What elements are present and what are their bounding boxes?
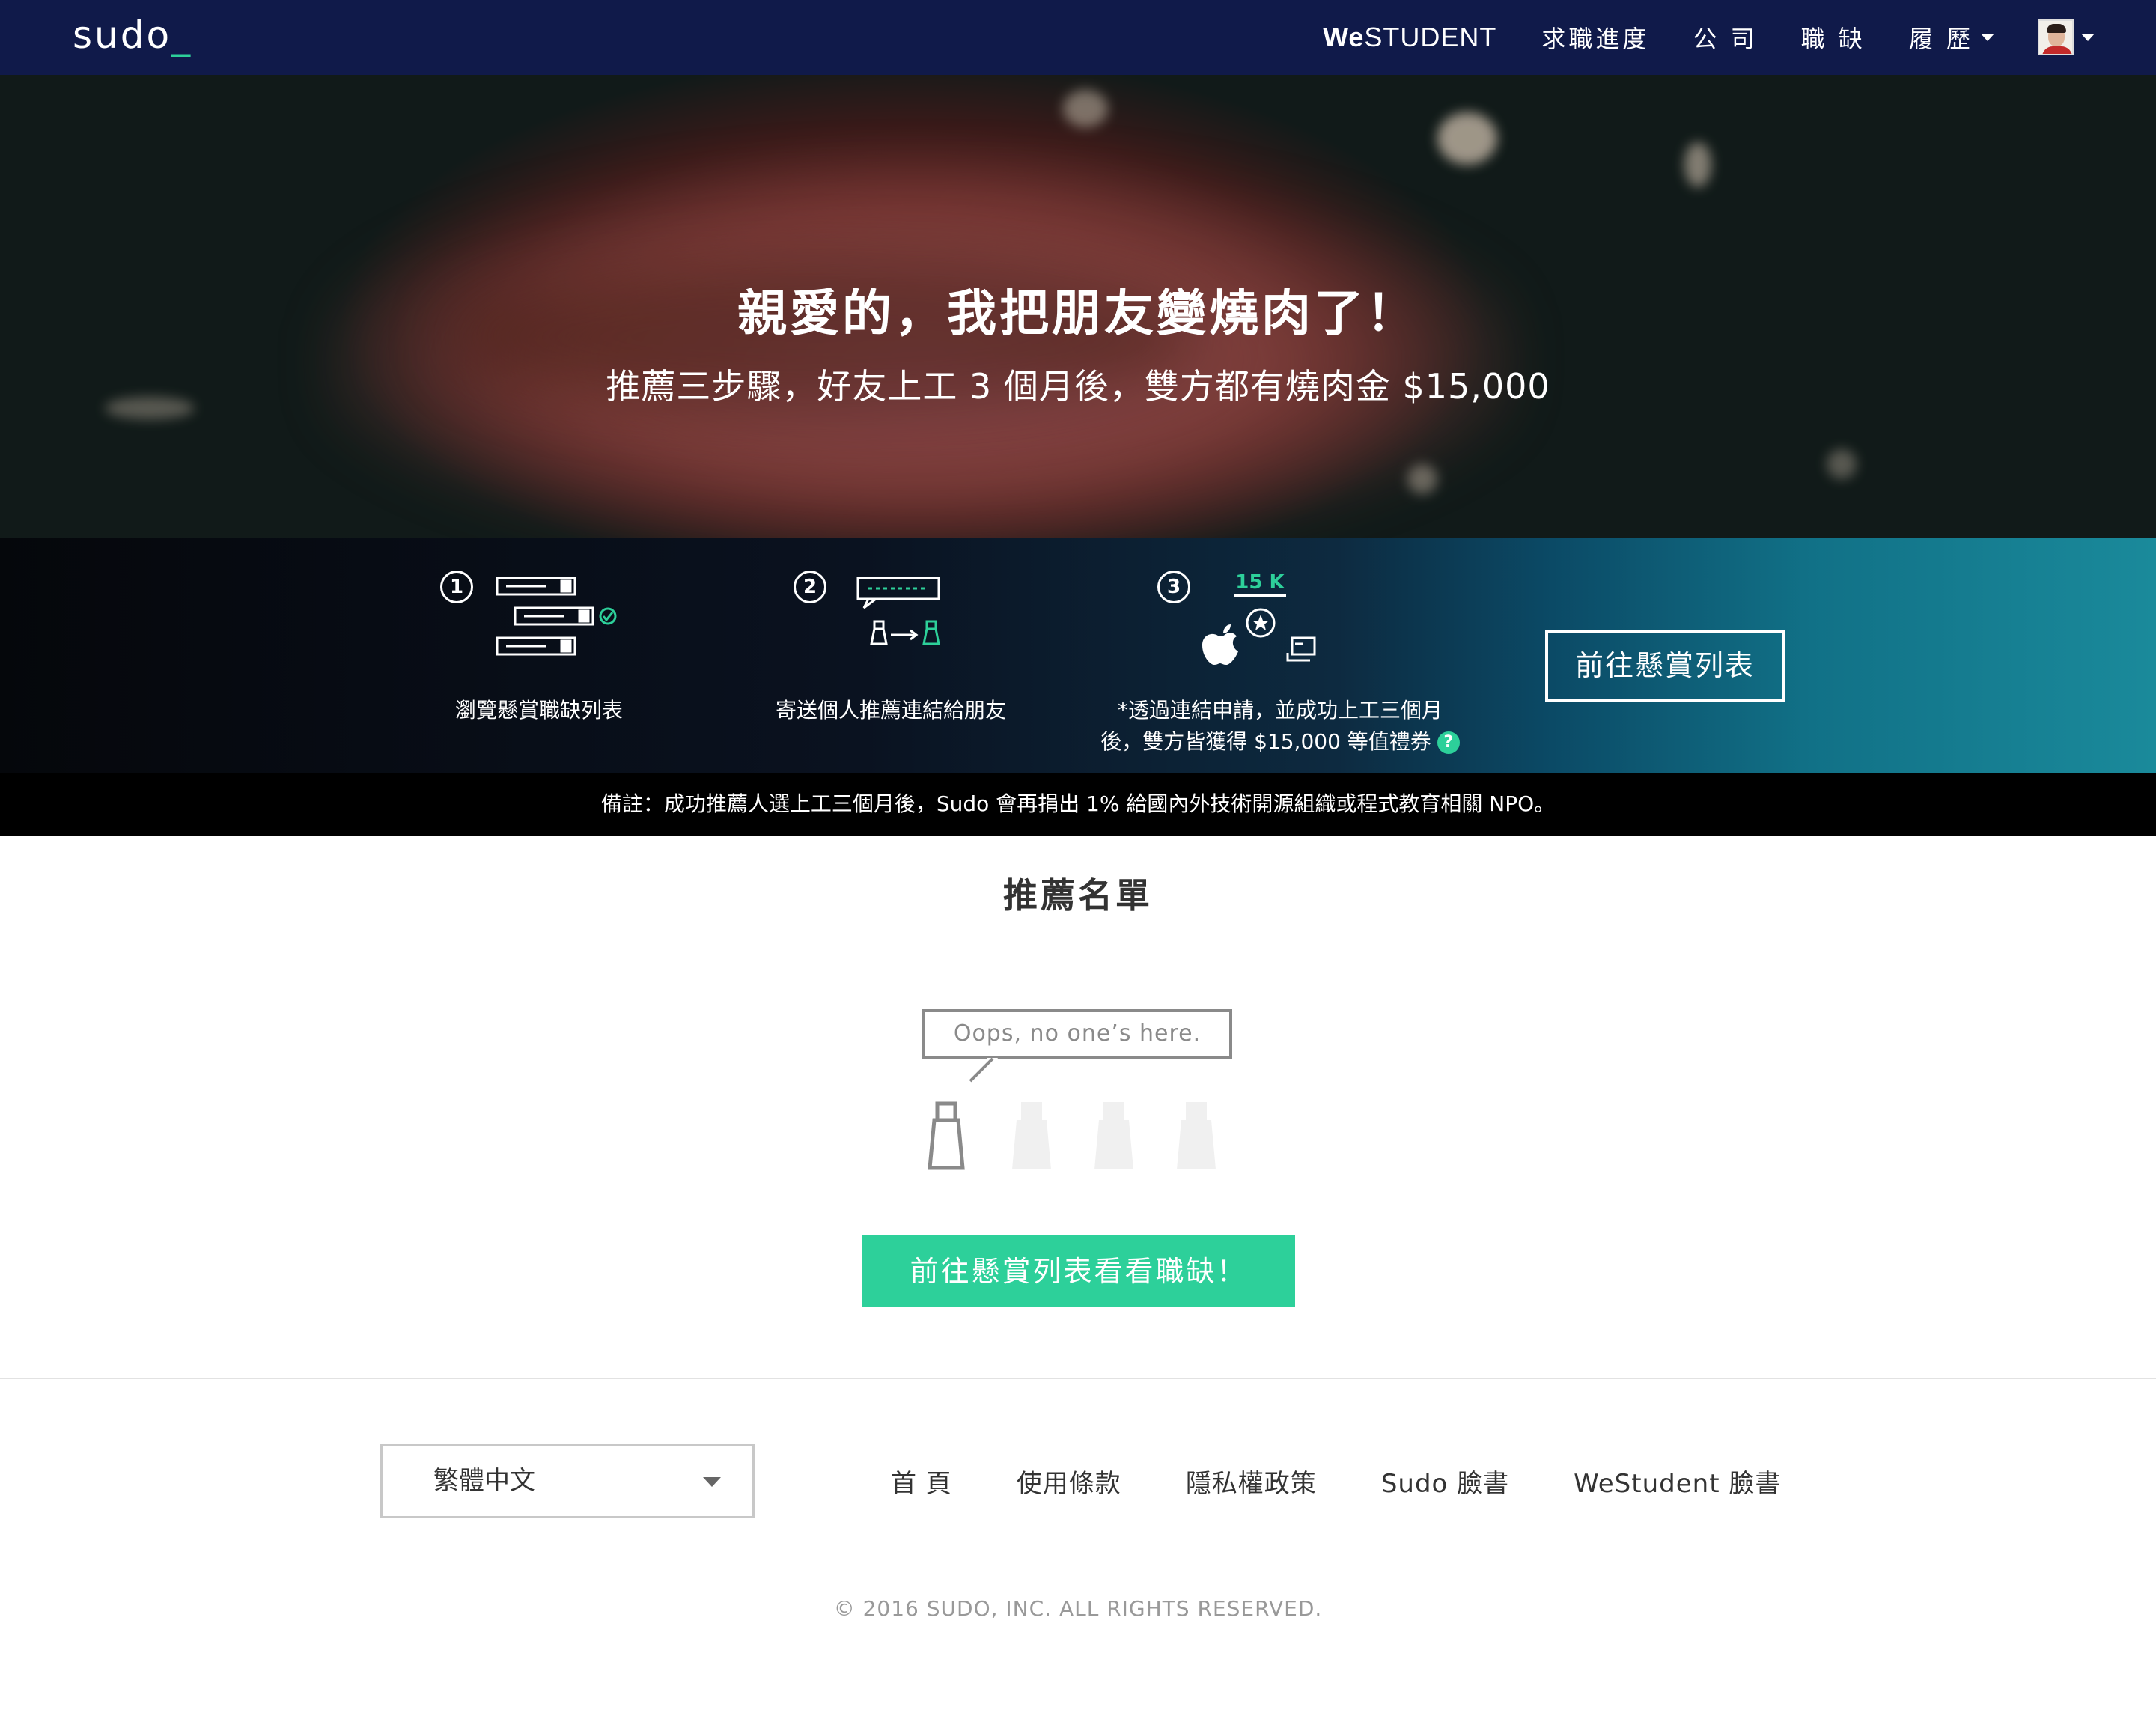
top-navbar: sudo_ WeSTUDENT 求職進度 公 司 職 缺 履 歷 (0, 0, 2156, 75)
nav-jobs-label: 職 缺 (1800, 25, 1866, 53)
footer-link-sudo-facebook[interactable]: Sudo 臉書 (1381, 1463, 1509, 1500)
step-2: 2 寄送個人推薦連結給朋友 (771, 538, 1011, 773)
hero-banner: 親愛的，我把朋友變燒肉了！ 推薦三步驟，好友上工 3 個月後，雙方都有燒肉金 $… (0, 75, 2156, 538)
rewards-icon (1202, 608, 1316, 665)
step-3-label-line2: 後，雙方皆獲得 $15,000 等值禮券? (1085, 726, 1475, 758)
step-3-label-line2-text: 後，雙方皆獲得 $15,000 等值禮券 (1100, 729, 1431, 754)
nav-companies-label: 公 司 (1693, 25, 1758, 53)
nav-links: WeSTUDENT 求職進度 公 司 職 缺 履 歷 (1323, 0, 2156, 75)
job-list-icon (496, 577, 617, 656)
nav-resume-dropdown[interactable]: 履 歷 (1909, 20, 1994, 55)
language-select-value: 繁體中文 (433, 1466, 535, 1496)
step-2-label: 寄送個人推薦連結給朋友 (775, 698, 1006, 722)
step-3-number: 3 (1157, 571, 1190, 603)
step-3-label: *透過連結申請，並成功上工三個月 後，雙方皆獲得 $15,000 等值禮券? (1085, 695, 1475, 758)
avatar (2038, 19, 2074, 55)
footer-link-privacy[interactable]: 隱私權政策 (1186, 1463, 1317, 1500)
nav-job-progress-label: 求職進度 (1541, 25, 1650, 53)
step-1: 1 瀏覽懸賞職缺列表 (434, 538, 659, 773)
check-circle-icon (599, 607, 617, 625)
referral-steps: 1 瀏覽懸賞職缺列表 2 寄送個人推薦連結給朋友 3 15 K *透過連結申請，… (0, 538, 2156, 773)
step-1-number: 1 (440, 571, 473, 603)
empty-state-illustration: Oops, no one’s here. (918, 1009, 1238, 1178)
westudent-bold: We (1323, 22, 1365, 52)
nav-resume-label: 履 歷 (1908, 25, 1973, 53)
language-select[interactable]: 繁體中文 (380, 1444, 755, 1518)
step-2-number: 2 (794, 571, 826, 603)
hero-title: 親愛的，我把朋友變燒肉了！ (737, 285, 1419, 342)
empty-people-icon (928, 1057, 1216, 1170)
nav-companies[interactable]: 公 司 (1693, 20, 1757, 55)
nav-jobs[interactable]: 職 缺 (1801, 20, 1866, 55)
question-icon[interactable]: ? (1437, 731, 1460, 754)
step-3: 3 15 K *透過連結申請，並成功上工三個月 後，雙方皆獲得 $15,000 … (1085, 538, 1475, 773)
logo-cursor: _ (171, 13, 193, 57)
chevron-down-icon (703, 1477, 721, 1487)
nav-job-progress[interactable]: 求職進度 (1541, 20, 1649, 55)
footer-link-terms[interactable]: 使用條款 (1017, 1463, 1121, 1500)
hero-subtitle: 推薦三步驟，好友上工 3 個月後，雙方都有燒肉金 $15,000 (606, 366, 1550, 407)
browse-jobs-button[interactable]: 前往懸賞列表看看職缺！ (862, 1235, 1295, 1307)
footer-links: 首 頁 使用條款 隱私權政策 Sudo 臉書 WeStudent 臉書 (891, 1460, 1845, 1502)
share-link-icon (856, 577, 940, 645)
footer-divider (0, 1378, 2156, 1379)
sudo-logo[interactable]: sudo_ (73, 13, 192, 57)
westudent-link[interactable]: WeSTUDENT (1323, 22, 1496, 53)
chevron-down-icon (2081, 34, 2095, 41)
referral-list-title: 推薦名單 (1003, 875, 1153, 916)
donation-note: 備註：成功推薦人選上工三個月後，Sudo 會再捐出 1% 給國內外技術開源組織或… (0, 773, 2156, 836)
footer-link-westudent-facebook[interactable]: WeStudent 臉書 (1574, 1463, 1781, 1500)
footer-link-home[interactable]: 首 頁 (891, 1463, 952, 1500)
apple-icon (1202, 624, 1238, 665)
westudent-rest: STUDENT (1364, 22, 1497, 52)
user-menu[interactable] (2038, 19, 2095, 55)
copyright: © 2016 SUDO, INC. ALL RIGHTS RESERVED. (833, 1596, 1323, 1621)
step-3-label-line1: *透過連結申請，並成功上工三個月 (1117, 698, 1443, 722)
star-circle-icon (1246, 608, 1276, 638)
gift-card-icon (1286, 636, 1316, 662)
step-1-label: 瀏覽懸賞職缺列表 (454, 698, 623, 722)
go-to-bounty-list-button[interactable]: 前往懸賞列表 (1545, 630, 1785, 702)
chevron-down-icon (1981, 34, 1994, 41)
logo-text: sudo (73, 13, 172, 57)
reward-badge: 15 K (1234, 571, 1286, 597)
